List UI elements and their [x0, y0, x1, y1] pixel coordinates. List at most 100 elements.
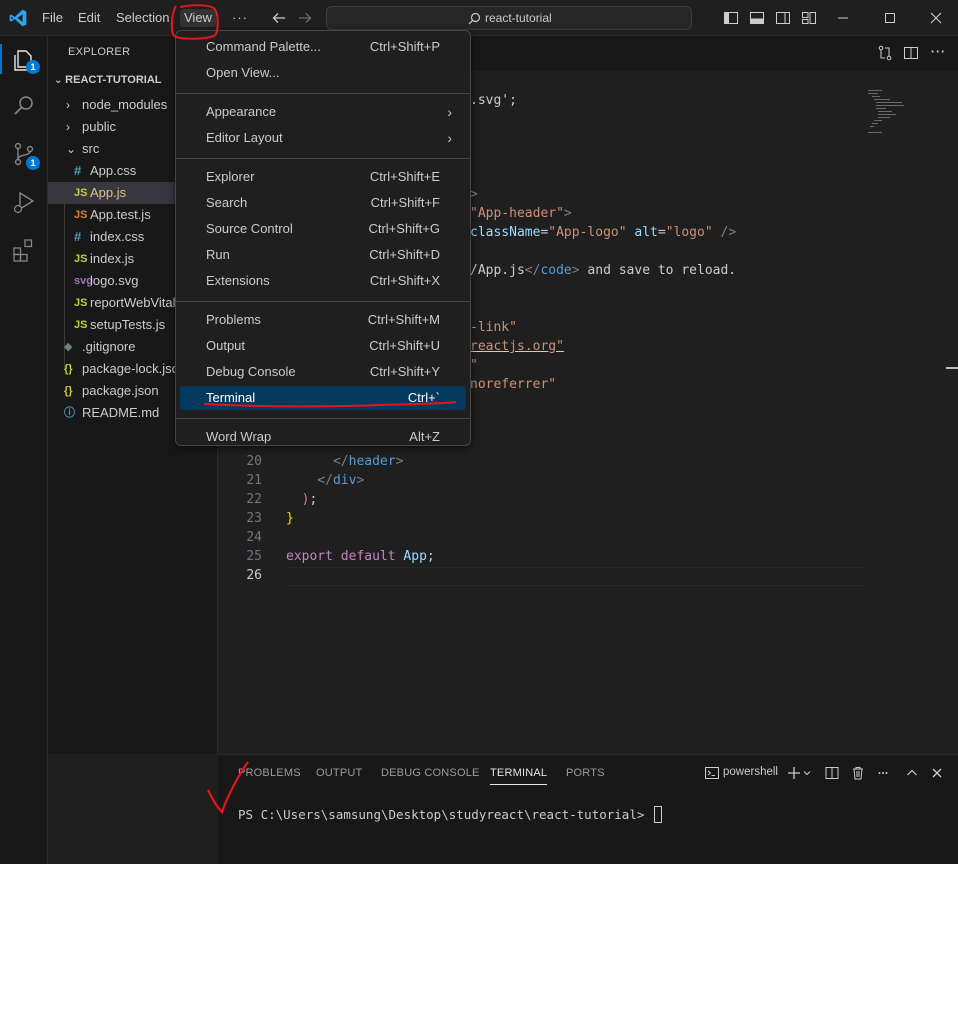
menu-selection[interactable]: Selection [112, 9, 173, 27]
split-terminal-icon[interactable] [824, 765, 840, 781]
shell-name[interactable]: powershell [723, 766, 778, 778]
code-token: .svg'; [470, 93, 517, 108]
minimap[interactable] [868, 90, 904, 142]
menu-item-editor-layout[interactable]: Editor Layout › [180, 126, 466, 150]
code-token: export [286, 549, 333, 564]
menu-item-shortcut: Ctrl+Shift+M [367, 312, 440, 327]
maximize-icon[interactable] [881, 9, 899, 27]
tree-item-label: .gitignore [82, 339, 136, 354]
code-token: > [356, 473, 365, 488]
new-terminal-icon[interactable] [786, 765, 802, 781]
code-line-fragment: noreferrer" [470, 377, 556, 392]
code-token: " [470, 358, 478, 373]
menu-item-source-control[interactable]: Source Control Ctrl+Shift+G [180, 217, 466, 241]
code-token: reactjs.org" [470, 339, 564, 354]
js-file-icon: JS [74, 253, 88, 265]
split-editor-icon[interactable] [902, 44, 920, 62]
code-line: </div> [286, 473, 364, 488]
code-line-fragment: -link" [470, 320, 517, 335]
menu-separator [176, 418, 470, 419]
toggle-secondary-sidebar-icon[interactable] [774, 9, 792, 27]
terminal-shell-icon [705, 767, 719, 779]
menu-item-debug-console[interactable]: Debug Console Ctrl+Shift+Y [180, 360, 466, 384]
back-arrow-icon[interactable] [270, 9, 288, 27]
menu-item-output[interactable]: Output Ctrl+Shift+U [180, 334, 466, 358]
json-file-icon: {} [64, 385, 73, 397]
tab-problems[interactable]: PROBLEMS [238, 767, 301, 779]
maximize-panel-icon[interactable] [904, 765, 920, 781]
code-token: "logo" [665, 225, 713, 240]
tab-output[interactable]: OUTPUT [316, 767, 362, 779]
code-token: </ [317, 473, 333, 488]
menu-item-open-view[interactable]: Open View... [180, 61, 466, 85]
tree-item-label: node_modules [82, 97, 168, 112]
menu-item-extensions[interactable]: Extensions Ctrl+Shift+X [180, 269, 466, 293]
run-debug-icon[interactable] [10, 188, 38, 216]
menu-item-shortcut: Ctrl+Shift+Y [369, 364, 440, 379]
tree-item-label: package-lock.json [82, 361, 187, 376]
more-actions-icon[interactable] [878, 765, 888, 781]
customize-layout-icon[interactable] [800, 9, 818, 27]
menu-more[interactable]: ··· [228, 9, 252, 27]
editor-more-actions-icon[interactable]: ··· [930, 42, 945, 61]
workspace-section-header[interactable]: ⌄ REACT-TUTORIAL [54, 74, 162, 86]
menu-item-search[interactable]: Search Ctrl+Shift+F [180, 191, 466, 215]
explorer-badge: 1 [26, 60, 40, 74]
code-token: header [348, 454, 396, 469]
menu-view[interactable]: View [180, 9, 216, 27]
menu-item-word-wrap[interactable]: Word Wrap Alt+Z [180, 425, 466, 449]
active-indicator [0, 44, 2, 74]
tab-terminal[interactable]: TERMINAL [490, 767, 548, 785]
chevron-right-icon: › [66, 120, 70, 134]
close-panel-icon[interactable] [929, 765, 945, 781]
js-file-icon: JS [74, 187, 88, 199]
info-file-icon: ⓘ [64, 407, 75, 419]
chevron-down-icon[interactable] [802, 765, 812, 781]
command-center-search[interactable]: react-tutorial [326, 6, 692, 30]
js-file-icon: JS [74, 319, 88, 331]
search-text: react-tutorial [485, 11, 552, 25]
menu-item-run[interactable]: Run Ctrl+Shift+D [180, 243, 466, 267]
toggle-panel-icon[interactable] [748, 9, 766, 27]
trash-icon[interactable] [850, 765, 866, 781]
menu-item-terminal[interactable]: Terminal Ctrl+` [180, 386, 466, 410]
menu-item-shortcut: Alt+Z [409, 429, 440, 444]
close-window-icon[interactable] [927, 9, 945, 27]
compare-changes-icon[interactable] [876, 44, 894, 62]
code-token: } [286, 511, 294, 526]
menu-separator [176, 93, 470, 94]
css-file-icon: # [74, 229, 82, 244]
toggle-sidebar-icon[interactable] [722, 9, 740, 27]
code-token: className [470, 225, 541, 240]
menu-item-command-palette[interactable]: Command Palette... Ctrl+Shift+P [180, 35, 466, 59]
forward-arrow-icon[interactable] [296, 9, 314, 27]
scrollbar-thumb[interactable] [946, 367, 958, 369]
menu-item-explorer[interactable]: Explorer Ctrl+Shift+E [180, 165, 466, 189]
code-token: "App-logo" [548, 225, 627, 240]
git-file-icon: ◆ [64, 341, 73, 353]
menu-file[interactable]: File [38, 9, 67, 27]
line-number: 26 [246, 568, 262, 583]
minimize-icon[interactable] [834, 9, 852, 27]
menu-item-label: Problems [206, 312, 261, 327]
menu-item-label: Extensions [206, 273, 270, 288]
tree-item-label: App.css [90, 163, 137, 178]
chevron-right-icon: › [447, 130, 452, 146]
chevron-down-icon: ⌄ [66, 142, 77, 156]
menu-item-problems[interactable]: Problems Ctrl+Shift+M [180, 308, 466, 332]
tree-item-label: logo.svg [90, 273, 139, 288]
menu-edit[interactable]: Edit [74, 9, 104, 27]
terminal-output[interactable]: PS C:\Users\samsung\Desktop\studyreact\r… [238, 806, 662, 823]
js-file-icon: JS [74, 297, 88, 309]
menu-item-appearance[interactable]: Appearance › [180, 100, 466, 124]
search-activity-icon[interactable] [10, 92, 38, 120]
extensions-icon[interactable] [10, 236, 38, 264]
code-token: -link" [470, 320, 517, 335]
line-number: 20 [246, 454, 262, 469]
menu-item-shortcut: Ctrl+Shift+X [369, 273, 440, 288]
line-number: 21 [246, 473, 262, 488]
tab-ports[interactable]: PORTS [566, 767, 605, 779]
terminal-cursor [653, 806, 662, 823]
tab-debug-console[interactable]: DEBUG CONSOLE [381, 767, 480, 779]
